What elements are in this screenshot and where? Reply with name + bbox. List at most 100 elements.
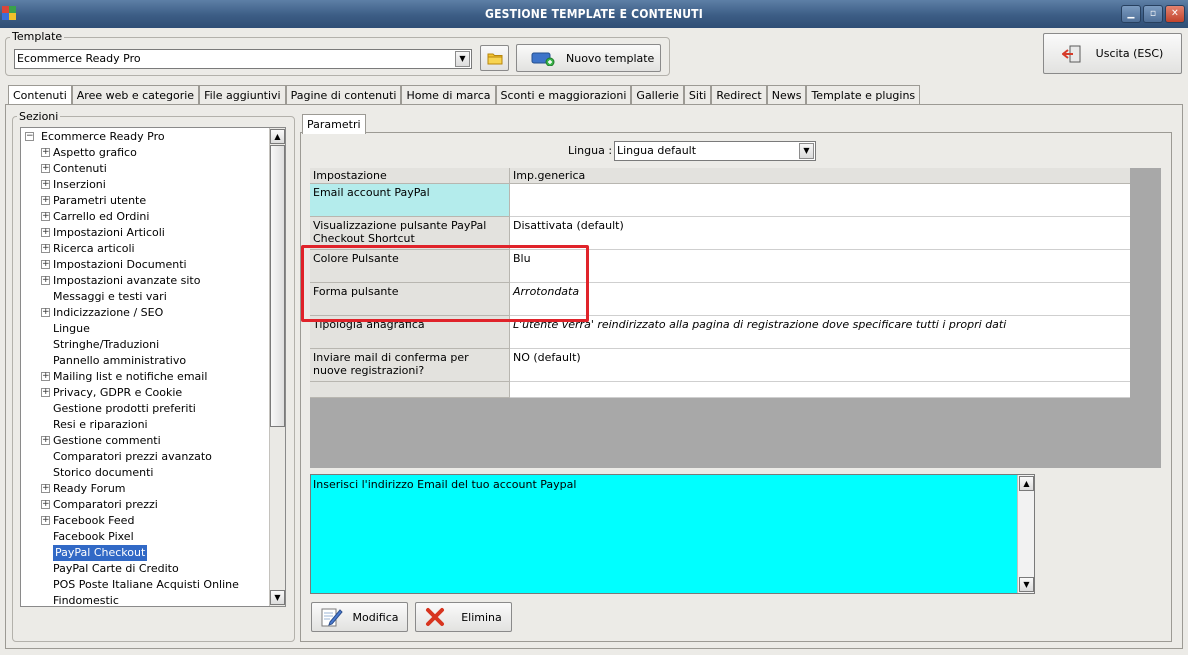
new-template-label: Nuovo template bbox=[566, 51, 655, 65]
new-template-icon bbox=[531, 52, 555, 66]
tab-contenuti[interactable]: Contenuti bbox=[8, 85, 72, 105]
tree-item-label: Parametri utente bbox=[53, 194, 147, 207]
setting-value-cell[interactable] bbox=[510, 184, 1130, 217]
tab-pagine-contenuti[interactable]: Pagine di contenuti bbox=[285, 85, 402, 105]
tree-scrollbar[interactable]: ▲ ▼ bbox=[269, 128, 285, 606]
delete-icon bbox=[426, 608, 445, 626]
scroll-down-icon[interactable]: ▼ bbox=[1019, 577, 1034, 592]
tab-news[interactable]: News bbox=[766, 85, 807, 105]
chevron-down-icon[interactable]: ▼ bbox=[455, 51, 470, 67]
expand-icon[interactable]: + bbox=[41, 228, 50, 237]
open-folder-button[interactable] bbox=[480, 45, 509, 71]
scroll-up-icon[interactable]: ▲ bbox=[1019, 476, 1034, 491]
tab-parametri[interactable]: Parametri bbox=[302, 114, 366, 134]
delete-label: Elimina bbox=[461, 610, 502, 624]
tree-item-label: Stringhe/Traduzioni bbox=[53, 338, 160, 351]
description-scrollbar[interactable]: ▲ ▼ bbox=[1017, 475, 1034, 593]
sections-tree: − Ecommerce Ready Pro + Aspetto grafico + C… bbox=[20, 127, 286, 607]
setting-name-cell: Inviare mail di conferma per nuove regis… bbox=[310, 349, 510, 382]
setting-value-cell[interactable] bbox=[510, 382, 1130, 398]
tab-file-aggiuntivi[interactable]: File aggiuntivi bbox=[199, 85, 286, 105]
app-icon bbox=[2, 6, 16, 20]
tree-item-label: Mailing list e notifiche email bbox=[53, 370, 208, 383]
column-header-value: Imp.generica bbox=[510, 168, 1130, 184]
tree-item-label: Pannello amministrativo bbox=[53, 354, 187, 367]
expand-icon[interactable]: + bbox=[41, 244, 50, 253]
tab-siti[interactable]: Siti bbox=[683, 85, 712, 105]
modify-button[interactable]: Modifica bbox=[311, 602, 408, 632]
setting-value-cell[interactable]: L'utente verra' reindirizzato alla pagin… bbox=[510, 316, 1130, 349]
main-tabs: Contenuti Aree web e categorie File aggi… bbox=[8, 85, 921, 105]
language-select-value: Lingua default bbox=[617, 144, 697, 157]
language-select[interactable]: Lingua default ▼ bbox=[614, 141, 816, 161]
tree-item-label: Impostazioni avanzate sito bbox=[53, 274, 201, 287]
tree-item-label: Facebook Pixel bbox=[53, 530, 134, 543]
setting-name-cell: Email account PayPal bbox=[310, 184, 510, 217]
exit-label: Uscita (ESC) bbox=[1095, 47, 1164, 60]
tab-aree-web[interactable]: Aree web e categorie bbox=[71, 85, 200, 105]
tree-root-label: Ecommerce Ready Pro bbox=[41, 130, 165, 143]
expand-icon[interactable]: + bbox=[41, 164, 50, 173]
maximize-icon: ▫ bbox=[1149, 8, 1157, 19]
tab-redirect[interactable]: Redirect bbox=[711, 85, 767, 105]
setting-value-cell[interactable]: Disattivata (default) bbox=[510, 217, 1130, 250]
expand-icon[interactable]: + bbox=[41, 180, 50, 189]
sections-group-label: Sezioni bbox=[17, 110, 61, 123]
close-icon: ✕ bbox=[1171, 8, 1179, 19]
expand-icon[interactable]: + bbox=[41, 388, 50, 397]
exit-button[interactable]: Uscita (ESC) bbox=[1043, 33, 1182, 74]
edit-icon bbox=[321, 608, 343, 627]
template-select[interactable]: Ecommerce Ready Pro ▼ bbox=[14, 49, 472, 69]
tree-item-label: Facebook Feed bbox=[53, 514, 135, 527]
expand-icon[interactable]: + bbox=[41, 516, 50, 525]
expand-icon[interactable]: + bbox=[41, 276, 50, 285]
tab-template-plugins[interactable]: Template e plugins bbox=[806, 85, 921, 105]
setting-value-cell[interactable]: Arrotondata bbox=[510, 283, 1130, 316]
tree-item-label: Carrello ed Ordini bbox=[53, 210, 150, 223]
tab-gallerie[interactable]: Gallerie bbox=[631, 85, 684, 105]
tree-item-label: PayPal Carte di Credito bbox=[53, 562, 179, 575]
setting-name-cell bbox=[310, 382, 510, 398]
expand-icon[interactable]: + bbox=[41, 148, 50, 157]
expand-icon[interactable]: + bbox=[41, 436, 50, 445]
modify-label: Modifica bbox=[352, 610, 399, 624]
table-row[interactable]: Inviare mail di conferma per nuove regis… bbox=[310, 349, 1130, 382]
expand-icon[interactable]: + bbox=[41, 212, 50, 221]
delete-button[interactable]: Elimina bbox=[415, 602, 512, 632]
scroll-thumb[interactable] bbox=[270, 145, 285, 427]
window-title: GESTIONE TEMPLATE E CONTENUTI bbox=[485, 7, 703, 21]
chevron-down-icon[interactable]: ▼ bbox=[799, 143, 814, 159]
tree-item-label: Indicizzazione / SEO bbox=[53, 306, 164, 319]
close-button[interactable]: ✕ bbox=[1165, 5, 1185, 23]
scroll-up-icon[interactable]: ▲ bbox=[270, 129, 285, 144]
tree-item-label: Gestione prodotti preferiti bbox=[53, 402, 196, 415]
new-template-button[interactable]: Nuovo template bbox=[516, 44, 661, 72]
scroll-down-icon[interactable]: ▼ bbox=[270, 590, 285, 605]
table-row[interactable]: Email account PayPal bbox=[310, 184, 1130, 217]
expand-icon[interactable]: + bbox=[41, 308, 50, 317]
tree-item-label: Impostazioni Articoli bbox=[53, 226, 165, 239]
collapse-icon[interactable]: − bbox=[25, 132, 34, 141]
expand-icon[interactable]: + bbox=[41, 260, 50, 269]
expand-icon[interactable]: + bbox=[41, 196, 50, 205]
maximize-button[interactable]: ▫ bbox=[1143, 5, 1163, 23]
setting-value-cell[interactable]: Blu bbox=[510, 250, 1130, 283]
expand-icon[interactable]: + bbox=[41, 484, 50, 493]
description-box[interactable]: Inserisci l'indirizzo Email del tuo acco… bbox=[310, 474, 1035, 594]
tree-item-label: Resi e riparazioni bbox=[53, 418, 148, 431]
tree-item-label: Inserzioni bbox=[53, 178, 106, 191]
table-row[interactable] bbox=[310, 382, 1130, 398]
highlight-annotation bbox=[301, 245, 589, 322]
tree-item-label: Contenuti bbox=[53, 162, 107, 175]
language-label: Lingua : bbox=[568, 144, 613, 157]
tree-item-label: PayPal Checkout bbox=[53, 545, 148, 561]
tab-sconti[interactable]: Sconti e maggiorazioni bbox=[495, 85, 632, 105]
expand-icon[interactable]: + bbox=[41, 500, 50, 509]
description-text: Inserisci l'indirizzo Email del tuo acco… bbox=[313, 478, 577, 491]
expand-icon[interactable]: + bbox=[41, 372, 50, 381]
setting-value-cell[interactable]: NO (default) bbox=[510, 349, 1130, 382]
minimize-button[interactable]: ▁ bbox=[1121, 5, 1141, 23]
grid-header: Impostazione Imp.generica bbox=[310, 168, 1130, 184]
tree-item-label: Findomestic bbox=[53, 594, 119, 607]
tab-home-marca[interactable]: Home di marca bbox=[401, 85, 496, 105]
